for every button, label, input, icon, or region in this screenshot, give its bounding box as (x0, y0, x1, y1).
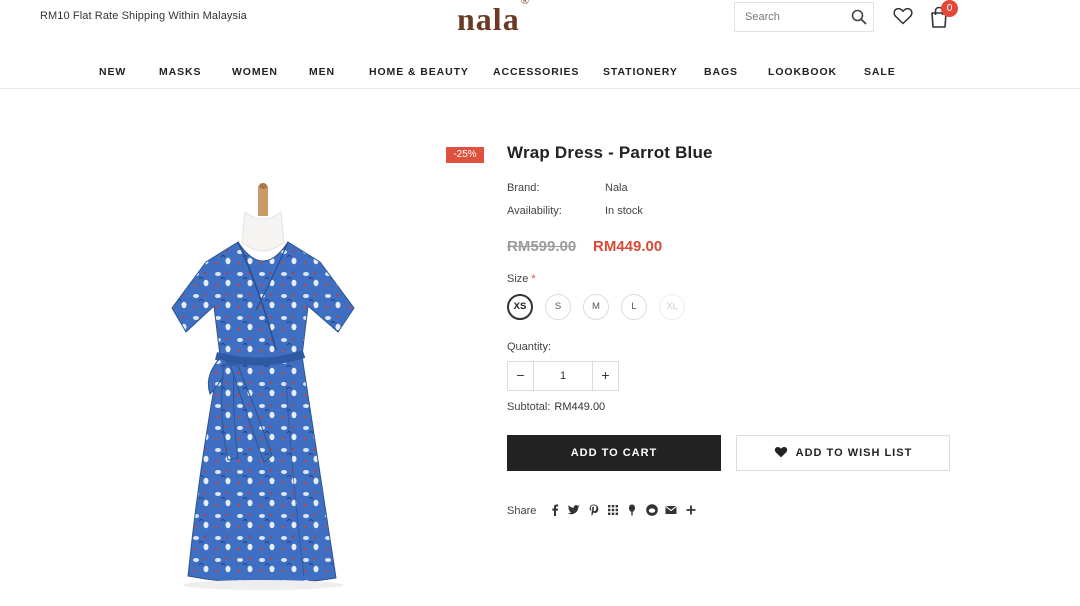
discount-badge: -25% (446, 147, 484, 163)
subtotal: Subtotal: RM449.00 (507, 401, 605, 413)
brand-logo[interactable]: nala® (457, 0, 531, 38)
size-label-text: Size (507, 273, 529, 285)
brand-label: Brand: (507, 182, 540, 194)
search-input[interactable] (735, 3, 845, 31)
availability-label: Availability: (507, 205, 562, 217)
nav-item-men[interactable]: MEN (309, 66, 335, 78)
required-mark: * (531, 273, 536, 285)
heart-icon[interactable] (893, 7, 913, 25)
main-navigation: NEW MASKS WOMEN MEN HOME & BEAUTY ACCESS… (0, 58, 1080, 89)
nav-item-masks[interactable]: MASKS (159, 66, 201, 78)
quantity-label: Quantity: (507, 341, 552, 353)
quantity-stepper: − + (507, 361, 619, 391)
size-option-m[interactable]: M (583, 294, 609, 320)
heart-icon (774, 446, 787, 458)
nav-item-women[interactable]: WOMEN (232, 66, 278, 78)
search-icon[interactable] (851, 9, 867, 25)
size-option-l[interactable]: L (621, 294, 647, 320)
email-icon[interactable] (664, 503, 678, 517)
twitter-icon[interactable] (567, 503, 581, 517)
quantity-decrease-button[interactable]: − (508, 362, 534, 390)
quantity-input[interactable] (534, 362, 592, 390)
grid-icon[interactable] (606, 503, 620, 517)
nav-item-home-beauty[interactable]: HOME & BEAUTY (369, 66, 469, 78)
nav-item-new[interactable]: NEW (99, 66, 126, 78)
availability-value: In stock (605, 205, 643, 217)
size-label: Size * (507, 273, 536, 285)
product-title: Wrap Dress - Parrot Blue (507, 143, 713, 162)
search-box (734, 2, 874, 32)
facebook-icon[interactable] (548, 503, 562, 517)
shipping-notice: RM10 Flat Rate Shipping Within Malaysia (40, 10, 247, 22)
original-price: RM599.00 (507, 238, 577, 255)
top-bar: RM10 Flat Rate Shipping Within Malaysia … (0, 0, 1080, 50)
size-option-xl[interactable]: XL (659, 294, 685, 320)
nav-item-stationery[interactable]: STATIONERY (603, 66, 678, 78)
pinterest-icon[interactable] (587, 503, 601, 517)
add-to-wishlist-button[interactable]: ADD TO WISH LIST (736, 435, 950, 471)
nav-item-sale[interactable]: SALE (864, 66, 896, 78)
nav-item-lookbook[interactable]: LOOKBOOK (768, 66, 837, 78)
logo-registered-mark: ® (520, 0, 531, 8)
more-icon[interactable] (684, 503, 698, 517)
brand-value[interactable]: Nala (605, 182, 628, 194)
add-to-wishlist-label: ADD TO WISH LIST (795, 447, 913, 459)
sale-price: RM449.00 (593, 238, 663, 255)
add-to-cart-button[interactable]: ADD TO CART (507, 435, 721, 471)
cart-count-badge[interactable]: 0 (941, 0, 958, 17)
subtotal-value: RM449.00 (554, 401, 606, 413)
reddit-icon[interactable] (645, 503, 659, 517)
nav-item-accessories[interactable]: ACCESSORIES (493, 66, 579, 78)
quantity-increase-button[interactable]: + (592, 362, 618, 390)
tumblr-icon[interactable] (625, 503, 639, 517)
share-label: Share (507, 505, 537, 517)
nav-item-bags[interactable]: BAGS (704, 66, 738, 78)
size-option-xs[interactable]: XS (507, 294, 533, 320)
product-image[interactable] (168, 180, 358, 595)
size-option-s[interactable]: S (545, 294, 571, 320)
subtotal-label: Subtotal: (507, 401, 551, 413)
logo-text: nala (457, 1, 520, 37)
